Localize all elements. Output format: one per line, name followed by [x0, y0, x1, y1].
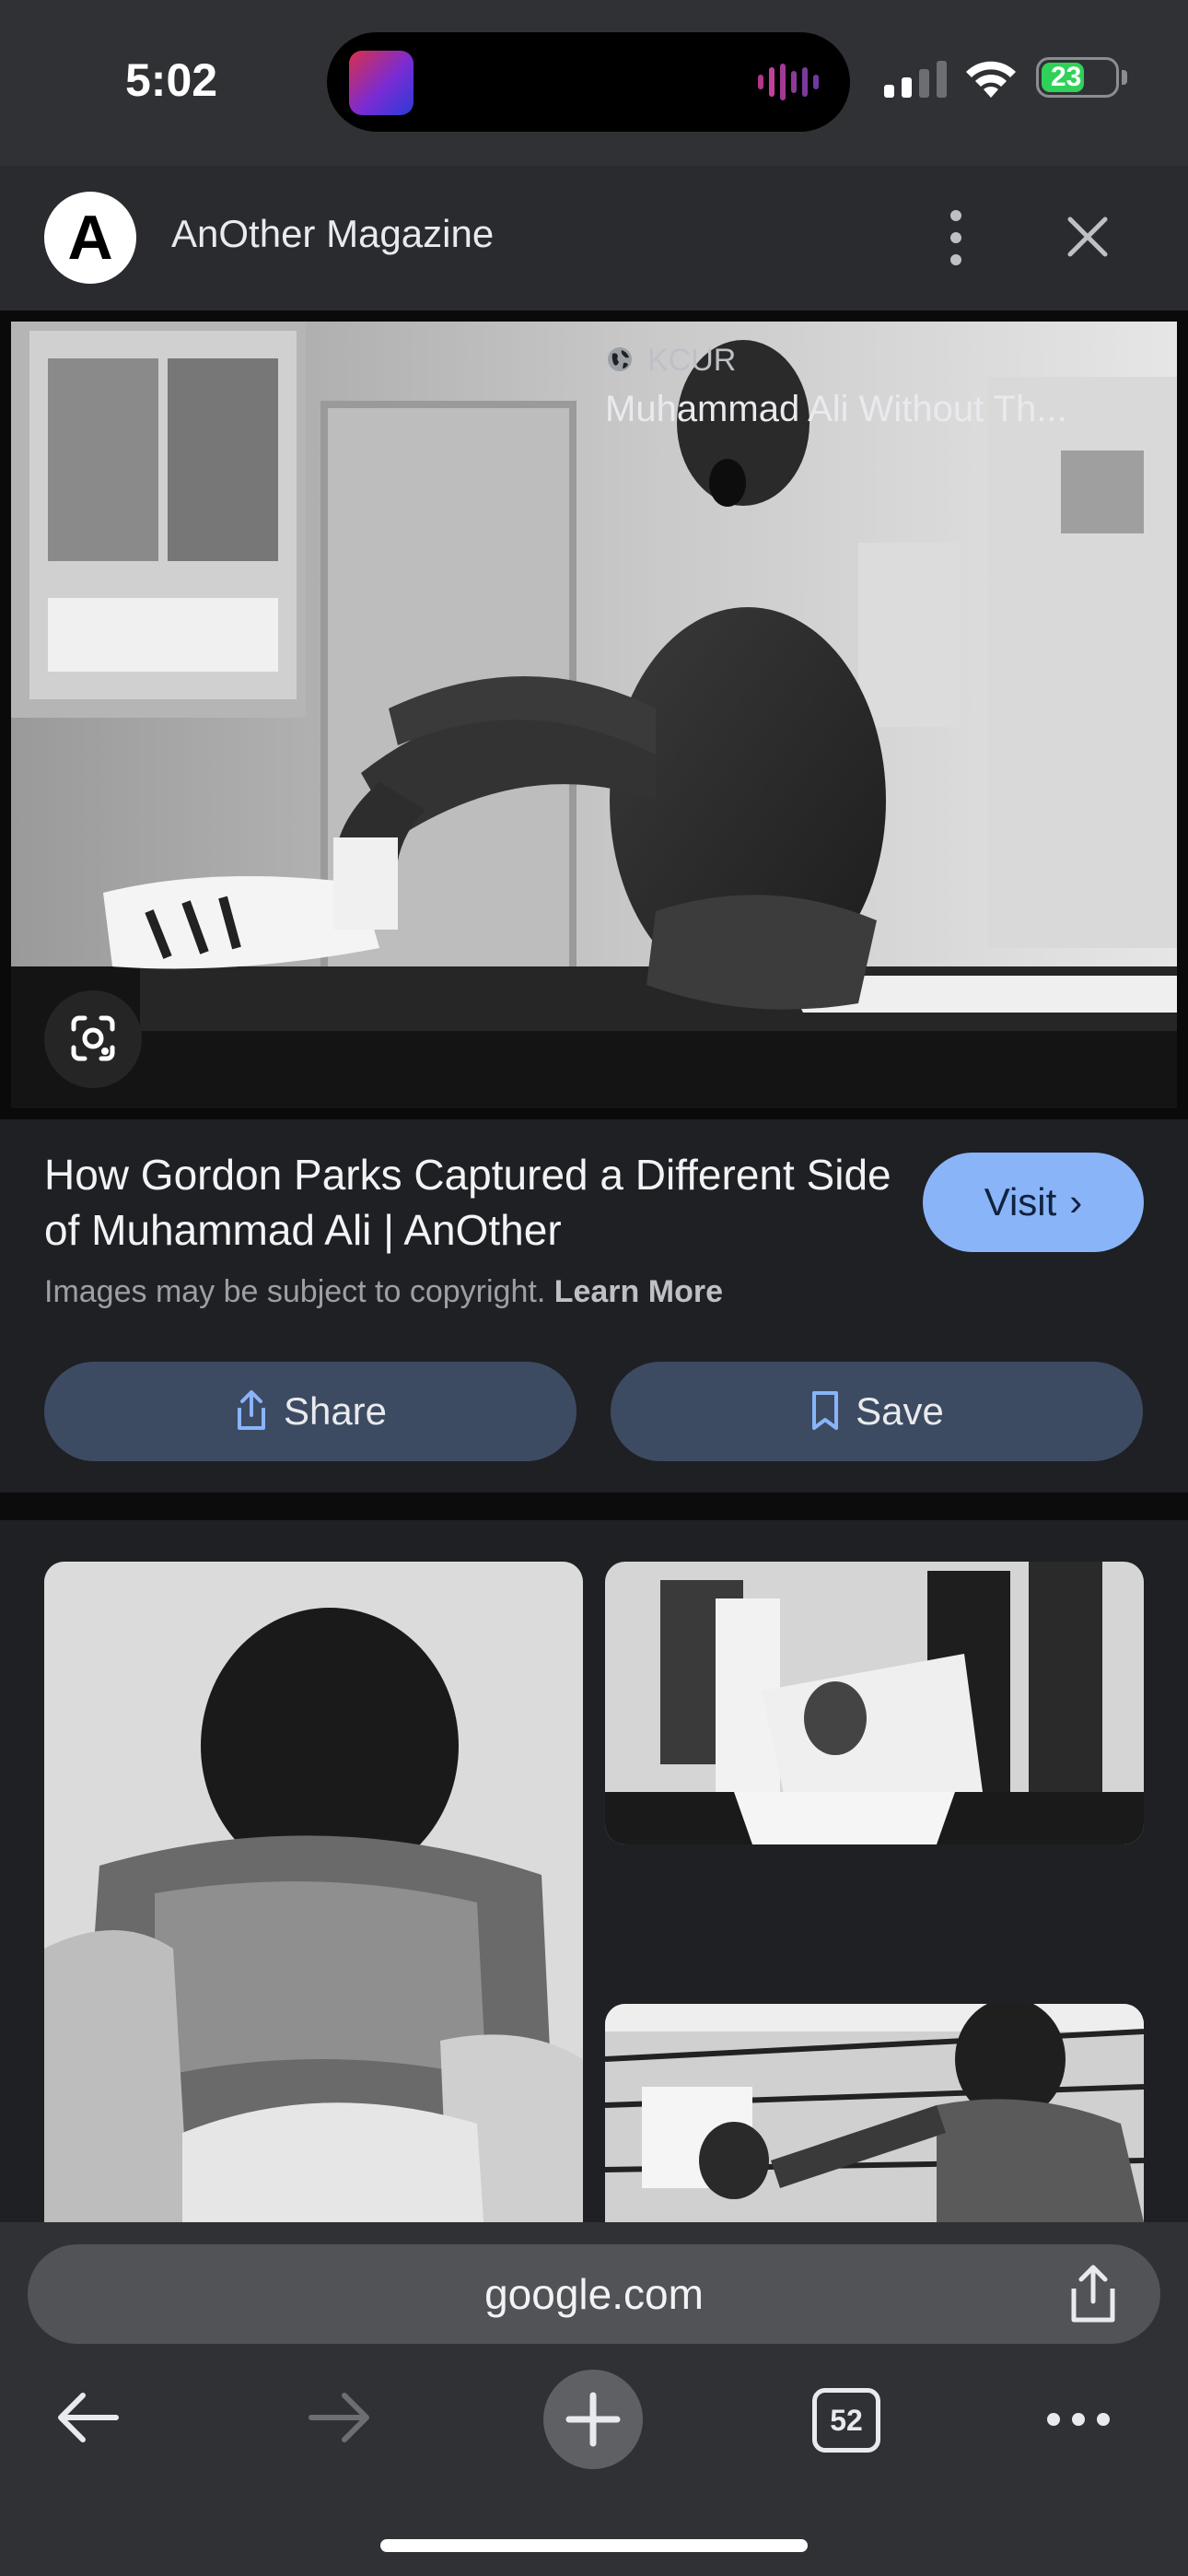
save-label: Save: [856, 1389, 944, 1433]
address-bar[interactable]: google.com: [28, 2244, 1160, 2344]
battery-cap: [1122, 70, 1127, 85]
source-header: A AnOther Magazine: [0, 166, 1188, 310]
copyright-text: Images may be subject to copyright.: [44, 1274, 546, 1309]
battery-charging-icon: 23: [1036, 57, 1119, 98]
cellular-signal-icon: [884, 61, 947, 98]
forward-arrow-icon[interactable]: [308, 2390, 374, 2445]
related-image-1[interactable]: [44, 1562, 583, 2222]
main-image[interactable]: [11, 322, 1177, 1108]
visit-label: Visit: [984, 1180, 1057, 1224]
dynamic-island[interactable]: [327, 32, 850, 132]
share-button[interactable]: Share: [44, 1362, 577, 1461]
status-bar: 5:02 23: [0, 0, 1188, 166]
section-divider: [0, 1493, 1188, 1520]
related-source: KCUR: [605, 343, 736, 379]
more-vert-icon[interactable]: [932, 201, 980, 275]
tabs-button[interactable]: 52: [812, 2388, 880, 2453]
plus-icon: [565, 2392, 621, 2447]
page: 5:02 23 A AnOther Magazine How Gordon Pa…: [0, 0, 1188, 2576]
wifi-icon: [966, 61, 1016, 98]
address-text: google.com: [484, 2270, 704, 2318]
share-label: Share: [283, 1389, 388, 1433]
back-arrow-icon[interactable]: [53, 2390, 120, 2445]
related-source-name: KCUR: [647, 343, 737, 378]
source-name[interactable]: AnOther Magazine: [171, 212, 494, 256]
result-title[interactable]: How Gordon Parks Captured a Different Si…: [44, 1147, 891, 1258]
home-indicator[interactable]: [380, 2539, 808, 2552]
close-icon[interactable]: [1057, 206, 1118, 267]
visit-button[interactable]: Visit ›: [923, 1153, 1144, 1252]
related-image-2[interactable]: [605, 1562, 1144, 1844]
more-horiz-icon[interactable]: [1044, 2401, 1112, 2438]
audio-waveform-icon: [758, 64, 819, 100]
copyright-notice: Images may be subject to copyright. Lear…: [44, 1274, 723, 1310]
related-title[interactable]: Muhammad Ali Without Th...: [605, 389, 1144, 430]
share-icon[interactable]: [1066, 2265, 1120, 2324]
globe-icon: [608, 347, 632, 372]
lens-search-icon[interactable]: [44, 990, 142, 1088]
learn-more-link[interactable]: Learn More: [554, 1274, 723, 1309]
new-tab-button[interactable]: [543, 2370, 643, 2469]
chevron-right-icon: ›: [1069, 1180, 1083, 1224]
status-time: 5:02: [125, 54, 218, 106]
bookmark-icon: [812, 1390, 839, 1430]
share-icon: [237, 1389, 265, 1430]
related-image-3[interactable]: [605, 2004, 1144, 2222]
source-avatar[interactable]: A: [44, 192, 136, 284]
main-image-frame: [0, 310, 1188, 1119]
now-playing-artwork: [349, 51, 413, 115]
battery-percent: 23: [1051, 62, 1082, 92]
save-button[interactable]: Save: [611, 1362, 1143, 1461]
